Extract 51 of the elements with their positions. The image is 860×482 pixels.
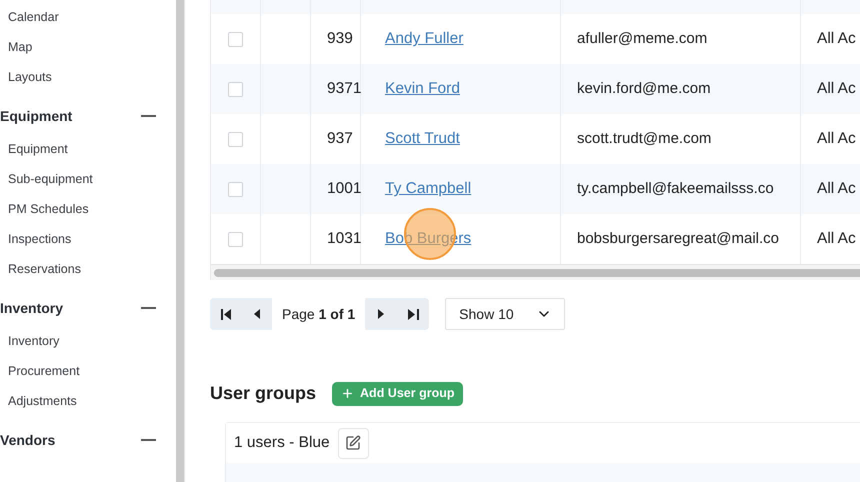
sidebar-item[interactable]: Procurement (8, 362, 80, 380)
sidebar-section-title: Equipment (0, 106, 72, 126)
table-cell-text: All Ac (817, 179, 856, 200)
edit-button[interactable] (338, 428, 369, 458)
table-cell-text: All Ac (817, 79, 856, 100)
table-cell-text: All Ac (817, 129, 856, 150)
user-name-link[interactable]: Scott Trudt (385, 127, 460, 151)
table-cell-text: 937 (327, 129, 353, 150)
sidebar-item[interactable]: Map (8, 38, 32, 56)
next-page-icon (378, 309, 384, 319)
row-checkbox[interactable] (228, 32, 243, 46)
sidebar-item[interactable]: Sub-equipment (8, 170, 93, 188)
table-cell-text: All Ac (817, 29, 856, 50)
table-cell-text: afuller@meme.com (577, 28, 708, 49)
table-cell-text: scott.trudt@me.com (577, 128, 712, 149)
last-page-icon (408, 308, 419, 320)
page-size-select[interactable]: Show 10 (445, 298, 566, 330)
row-checkbox[interactable] (228, 182, 243, 196)
row-checkbox[interactable] (228, 232, 243, 246)
table-cell-text: 1031 (327, 229, 362, 250)
sidebar-item[interactable]: Equipment (8, 140, 68, 158)
table-cell-text: bobsburgersaregreat@mail.co (577, 228, 779, 249)
horizontal-scrollbar[interactable] (214, 268, 860, 276)
group-label: 1 users - Blue (234, 433, 330, 454)
sidebar-item[interactable]: Calendar (8, 8, 59, 26)
row-checkbox[interactable] (228, 82, 243, 96)
sidebar-item[interactable]: PM Schedules (8, 200, 89, 218)
page-indicator: Page 1 of 1 (281, 304, 356, 324)
user-name-link[interactable]: Andy Fuller (385, 27, 464, 51)
table-cell-text: 1001 (327, 179, 362, 200)
table-cell-text: 939 (327, 29, 353, 50)
table-cell-text: kevin.ford@me.com (577, 78, 711, 99)
section-title: User groups (210, 382, 316, 405)
previous-page-icon (254, 309, 260, 319)
first-page-icon (220, 308, 232, 320)
user-name-link[interactable]: Kevin Ford (385, 77, 460, 101)
sidebar-item[interactable]: Inventory (8, 332, 60, 350)
table-cell-text: 9371 (327, 79, 362, 100)
table-cell-text: ty.campbell@fakeemailsss.co (577, 178, 774, 199)
plus-icon (341, 387, 354, 400)
sidebar-scrollbar[interactable] (176, 0, 185, 482)
edit-icon (345, 435, 362, 451)
row-checkbox[interactable] (228, 132, 243, 146)
sidebar-item[interactable]: Reservations (8, 260, 81, 278)
sidebar-item[interactable]: Layouts (8, 68, 52, 86)
sidebar-section-title: Inventory (0, 298, 64, 318)
sidebar-section-title: Vendors (0, 430, 56, 450)
sidebar-item[interactable]: Inspections (8, 230, 72, 248)
user-name-link[interactable]: Ty Campbell (385, 177, 472, 201)
sidebar-item[interactable]: Adjustments (8, 392, 77, 410)
table-cell-text: All Ac (817, 229, 856, 250)
